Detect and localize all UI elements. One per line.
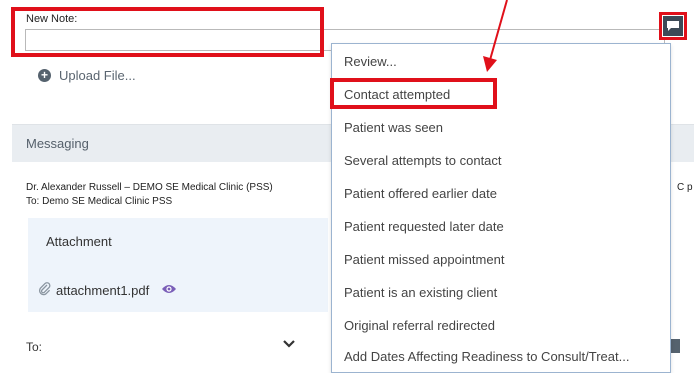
attachment-item[interactable]: attachment1.pdf <box>38 282 177 299</box>
annotation-arrow <box>470 0 520 85</box>
message-from: Dr. Alexander Russell – DEMO SE Medical … <box>26 182 273 193</box>
dropdown-item-earlier-date[interactable]: Patient offered earlier date <box>344 186 664 201</box>
partial-icon <box>670 339 680 353</box>
dropdown-item-patient-seen[interactable]: Patient was seen <box>344 120 664 135</box>
plus-circle-icon: + <box>38 69 51 82</box>
dropdown-item-existing-client[interactable]: Patient is an existing client <box>344 285 664 300</box>
paperclip-icon <box>38 282 52 299</box>
comment-icon <box>663 16 683 36</box>
attachment-heading: Attachment <box>46 234 112 249</box>
message-to: To: Demo SE Medical Clinic PSS <box>26 196 173 207</box>
dropdown-item-referral-redirected[interactable]: Original referral redirected <box>344 318 664 333</box>
messaging-title: Messaging <box>26 136 89 151</box>
dropdown-item-later-date[interactable]: Patient requested later date <box>344 219 664 234</box>
dropdown-item-missed-appointment[interactable]: Patient missed appointment <box>344 252 664 267</box>
truncated-text: C p <box>677 182 693 193</box>
annotation-box-new-note <box>11 7 324 57</box>
eye-icon[interactable] <box>161 283 177 298</box>
chevron-down-icon[interactable] <box>283 336 295 354</box>
recipient-label: To: <box>26 340 43 354</box>
upload-file-label: Upload File... <box>59 68 136 83</box>
upload-file-link[interactable]: + Upload File... <box>38 68 136 83</box>
dropdown-item-several-attempts[interactable]: Several attempts to contact <box>344 153 664 168</box>
attachment-filename[interactable]: attachment1.pdf <box>56 283 149 298</box>
quick-comment-button[interactable] <box>659 12 687 40</box>
dropdown-item-add-dates[interactable]: Add Dates Affecting Readiness to Consult… <box>344 349 664 364</box>
